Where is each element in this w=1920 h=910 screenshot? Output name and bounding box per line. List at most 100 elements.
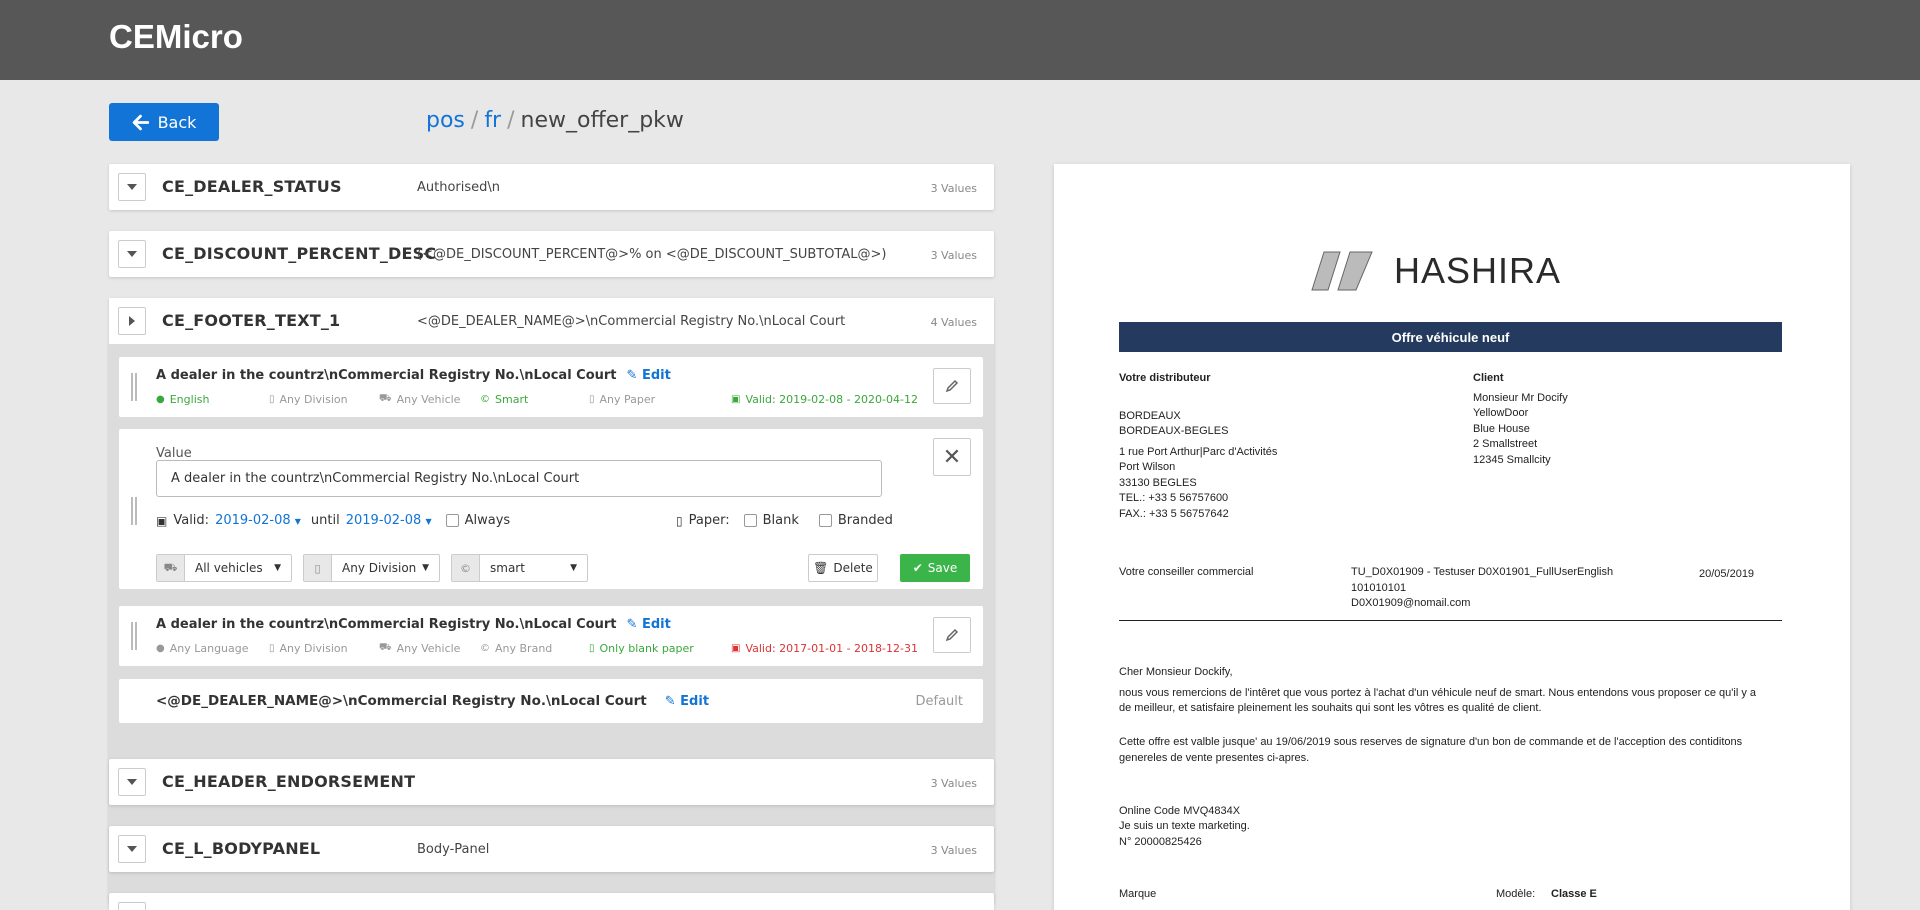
pencil-icon (945, 379, 959, 393)
expand-toggle[interactable] (118, 902, 146, 910)
valid-until-date[interactable]: 2019-02-08 ▼ (346, 513, 432, 528)
meta-language-label: Any Language (169, 642, 249, 655)
expand-toggle[interactable] (118, 835, 146, 863)
key-row[interactable] (109, 893, 994, 910)
edit-label: Edit (680, 694, 710, 709)
greeting: Cher Monsieur Dockify, (1119, 666, 1233, 678)
file-icon: ▯ (676, 513, 683, 528)
until-label: until (310, 513, 340, 528)
key-value: (<@DE_DISCOUNT_PERCENT@>% on <@DE_DISCOU… (417, 247, 887, 262)
close-editor-button[interactable]: ✕ (933, 438, 971, 476)
edit-link[interactable]: ✎ Edit (665, 694, 709, 709)
value-title: A dealer in the countrz\nCommercial Regi… (156, 617, 617, 632)
blank-checkbox[interactable] (743, 514, 757, 527)
value-title: <@DE_DEALER_NAME@>\nCommercial Registry … (156, 693, 647, 709)
vehicle-select[interactable]: ⛟ All vehicles ▼ (156, 554, 292, 582)
breadcrumb-link-fr[interactable]: fr (484, 108, 501, 133)
valid-from-date[interactable]: 2019-02-08 ▼ (215, 513, 301, 528)
brand-select[interactable]: © smart ▼ (451, 554, 588, 582)
caret-down-icon (127, 779, 137, 785)
always-checkbox[interactable] (445, 514, 459, 527)
breadcrumb-link-pos[interactable]: pos (426, 108, 465, 133)
client-line: 2 Smallstreet (1473, 438, 1538, 450)
meta-division-label: Any Division (279, 642, 348, 655)
division-select[interactable]: ▯ Any Division ▼ (303, 554, 440, 582)
save-button[interactable]: ✔ Save (900, 554, 970, 582)
key-row[interactable]: CE_L_BODYPANEL Body-Panel 3 Values (109, 826, 994, 872)
division-select-value: Any Division (342, 561, 417, 575)
online-code-line: N° 20000825426 (1119, 836, 1202, 848)
meta-vehicle: ⛟ Any Vehicle (379, 393, 460, 406)
meta-paper: ▯ Any Paper (589, 393, 655, 406)
advisor-line: 101010101 (1351, 582, 1407, 594)
value-count: 4 Values (930, 316, 977, 329)
advisor-label: Votre conseiller commercial (1119, 566, 1254, 578)
back-button-label: Back (157, 112, 197, 132)
caret-down-icon: ▼ (294, 517, 301, 526)
drag-handle[interactable] (131, 497, 137, 525)
value-textarea[interactable]: A dealer in the countrz\nCommercial Regi… (156, 460, 882, 497)
truck-icon: ⛟ (379, 642, 392, 653)
paragraph-line: Cette offre est valble jusque' au 19/06/… (1119, 736, 1743, 748)
brand-select-value: smart (490, 561, 525, 575)
default-label: Default (915, 694, 964, 709)
edit-link[interactable]: ✎ Edit (627, 617, 671, 632)
drag-handle[interactable] (131, 373, 137, 401)
edit-pencil-button[interactable] (933, 617, 971, 653)
value-field-label: Value (156, 446, 192, 461)
vehicle-select-value: All vehicles (195, 561, 263, 575)
value-text: <@DE_DEALER_NAME@>\nCommercial Registry … (156, 693, 709, 709)
value-count: 3 Values (930, 249, 977, 262)
collapse-toggle[interactable] (118, 307, 146, 335)
close-icon: ✕ (942, 444, 962, 470)
expand-toggle[interactable] (118, 240, 146, 268)
delete-button[interactable]: 🗑 Delete (808, 554, 878, 582)
key-row[interactable]: CE_DISCOUNT_PERCENT_DESC (<@DE_DISCOUNT_… (109, 231, 994, 277)
document-preview: HASHIRA Offre véhicule neuf Votre distri… (1054, 164, 1850, 910)
value-count: 3 Values (930, 844, 977, 857)
trash-icon: 🗑 (813, 561, 829, 575)
edit-pencil-button[interactable] (933, 368, 971, 404)
copyright-icon: © (480, 643, 490, 654)
meta-language-label: English (169, 393, 210, 406)
breadcrumb-separator: / (507, 108, 515, 133)
expanded-key-panel: CE_FOOTER_TEXT_1 <@DE_DEALER_NAME@>\nCom… (109, 298, 994, 903)
key-value: Authorised\n (417, 180, 501, 195)
client-line: 12345 Smallcity (1473, 454, 1551, 466)
breadcrumb-separator: / (470, 108, 479, 133)
expand-toggle[interactable] (118, 173, 146, 201)
branded-checkbox[interactable] (818, 514, 832, 527)
value-card: A dealer in the countrz\nCommercial Regi… (119, 606, 983, 666)
expand-toggle[interactable] (118, 768, 146, 796)
dealer-address-line: 1 rue Port Arthur|Parc d'Activités (1119, 446, 1278, 458)
key-row[interactable]: CE_DEALER_STATUS Authorised\n 3 Values (109, 164, 994, 210)
value-count: 3 Values (930, 182, 977, 195)
meta-brand: © Any Brand (480, 642, 552, 655)
dealer-address-line: TEL.: +33 5 56757600 (1119, 492, 1229, 504)
dealer-line: BORDEAUX (1119, 410, 1181, 422)
back-button[interactable]: Back (109, 103, 219, 141)
key-name: CE_L_BODYPANEL (162, 839, 321, 858)
edit-link[interactable]: ✎ Edit (627, 368, 671, 383)
caret-down-icon (127, 251, 137, 257)
meta-language: ● English (156, 393, 209, 406)
drag-handle[interactable] (131, 622, 137, 650)
brand-name: HASHIRA (1394, 250, 1562, 291)
truck-icon: ⛟ (157, 555, 185, 581)
meta-paper-label: Any Paper (599, 393, 656, 406)
breadcrumb-current: new_offer_pkw (520, 108, 684, 133)
building-icon: ▯ (269, 643, 275, 654)
value-count: 3 Values (930, 777, 977, 790)
value-editor: Value A dealer in the countrz\nCommercia… (119, 429, 983, 589)
valid-until-value: 2019-02-08 (345, 513, 422, 528)
value-card: A dealer in the countrz\nCommercial Regi… (119, 357, 983, 417)
globe-icon: ● (156, 643, 165, 654)
app-title: CEMicro (109, 18, 243, 55)
dealer-address-line: 33130 BEGLES (1119, 477, 1197, 489)
key-row[interactable]: CE_FOOTER_TEXT_1 <@DE_DEALER_NAME@>\nCom… (109, 298, 994, 344)
check-icon: ✔ (912, 561, 923, 575)
caret-right-icon (129, 316, 135, 326)
caret-down-icon (127, 846, 137, 852)
meta-vehicle-label: Any Vehicle (396, 393, 461, 406)
key-row[interactable]: CE_HEADER_ENDORSEMENT 3 Values (109, 759, 994, 805)
